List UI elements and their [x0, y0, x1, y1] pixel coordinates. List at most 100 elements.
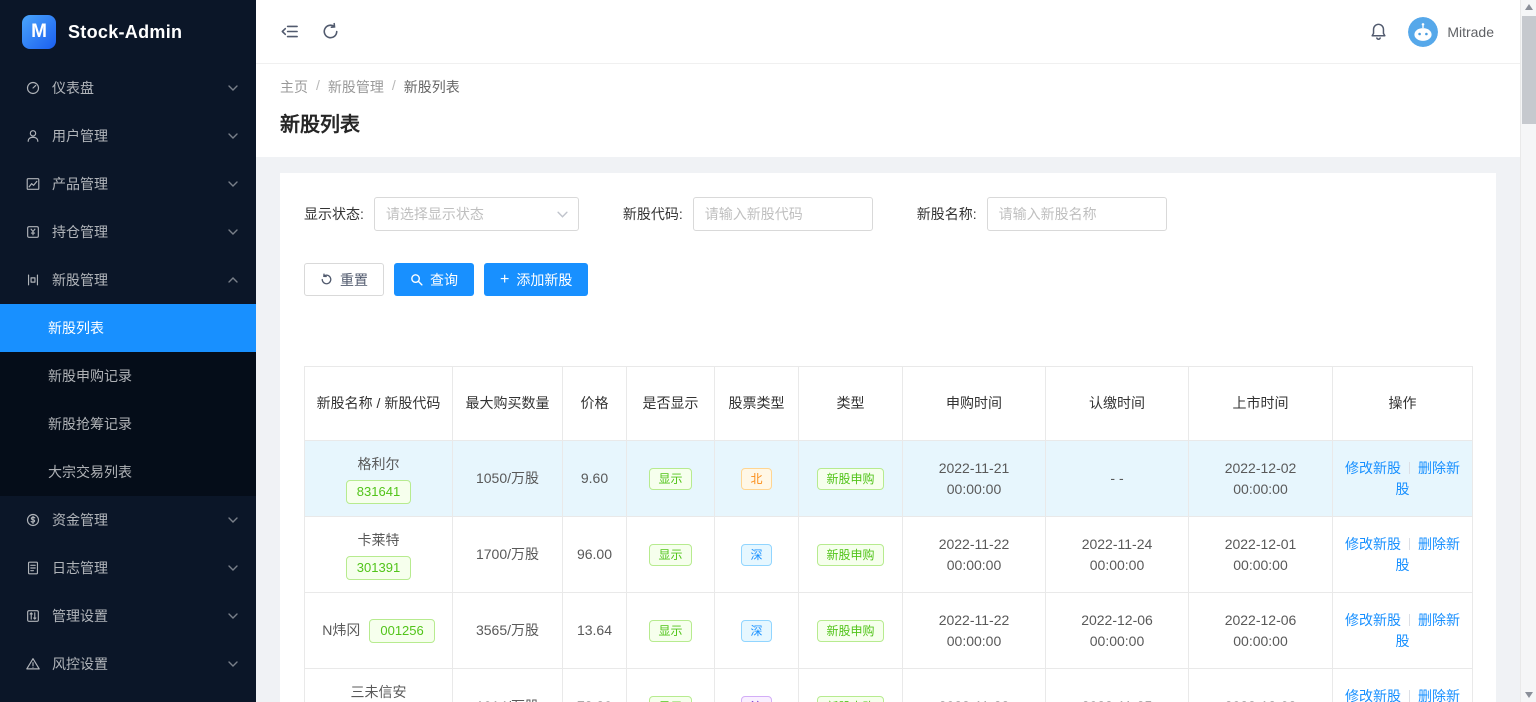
refresh-icon[interactable]: [321, 22, 340, 41]
stock-code-tag: 001256: [369, 619, 434, 643]
sidebar-item-label: 用户管理: [52, 126, 228, 146]
sidebar-subitem[interactable]: 新股抢筹记录: [0, 400, 256, 448]
time-value: 2022-11-2100:00:00: [911, 458, 1037, 500]
app-logo: M Stock-Admin: [0, 0, 256, 64]
reset-button[interactable]: 重置: [304, 263, 384, 296]
page-scrollbar[interactable]: [1520, 0, 1536, 702]
cell-visible: 显示: [627, 669, 715, 702]
stock-name: 三未信安: [313, 682, 444, 702]
app-logo-icon: M: [22, 15, 56, 49]
table-row: 格利尔8316411050/万股9.60显示北新股申购2022-11-2100:…: [305, 441, 1473, 517]
sidebar-item-label: 产品管理: [52, 174, 228, 194]
cell-price: 9.60: [563, 441, 627, 517]
edit-ipo-link[interactable]: 修改新股: [1345, 460, 1401, 476]
status-select-placeholder: 请选择显示状态: [386, 204, 557, 224]
column-header: 申购时间: [903, 367, 1046, 441]
sidebar-subitem[interactable]: 大宗交易列表: [0, 448, 256, 496]
code-filter-label: 新股代码:: [623, 204, 683, 224]
cell-type: 新股申购: [799, 441, 903, 517]
cell-pay-time: 2022-11-25: [1046, 669, 1189, 702]
visible-tag: 显示: [649, 468, 691, 490]
sidebar-submenu: 新股列表新股申购记录新股抢筹记录大宗交易列表: [0, 304, 256, 496]
sidebar-subitem[interactable]: 新股申购记录: [0, 352, 256, 400]
sidebar-subitem[interactable]: 新股列表: [0, 304, 256, 352]
app-title: Stock-Admin: [68, 22, 182, 43]
delete-ipo-link[interactable]: 删除新股: [1396, 612, 1461, 649]
search-button-label: 查询: [430, 270, 458, 290]
edit-ipo-link[interactable]: 修改新股: [1345, 612, 1401, 628]
cell-operations: 修改新股删除新股: [1333, 441, 1473, 517]
time-value: 2022-12-0600:00:00: [1054, 610, 1180, 652]
scroll-down-arrow[interactable]: [1521, 688, 1536, 702]
cell-list-time: 2022-12-02: [1189, 669, 1333, 702]
notifications-bell-icon[interactable]: [1369, 22, 1388, 41]
edit-ipo-link[interactable]: 修改新股: [1345, 688, 1401, 702]
search-button[interactable]: 查询: [394, 263, 474, 296]
search-icon: [410, 273, 423, 286]
breadcrumb-ipo-management[interactable]: 新股管理: [328, 77, 384, 97]
max-buy-value: 1914/万股: [476, 698, 539, 702]
name-filter-label: 新股名称:: [917, 204, 977, 224]
market-tag: 深: [741, 544, 771, 566]
breadcrumb-current: 新股列表: [404, 77, 460, 97]
content-area: 显示状态: 请选择显示状态 新股代码: 新股名称:: [256, 157, 1520, 702]
cell-stock-name: N炜冈001256: [305, 593, 453, 669]
sidebar-subitem-label: 新股抢筹记录: [48, 414, 132, 434]
button-row: 重置 查询 + 添加新股: [304, 263, 1472, 296]
cell-pay-time: 2022-11-2400:00:00: [1046, 517, 1189, 593]
sidebar-item-positions[interactable]: 持仓管理: [0, 208, 256, 256]
time-value: 2022-12-0100:00:00: [1197, 534, 1324, 576]
sidebar-item-admin-settings[interactable]: 管理设置: [0, 592, 256, 640]
chevron-down-icon: [228, 85, 238, 91]
time-value: 2022-11-2200:00:00: [911, 534, 1037, 576]
type-tag: 新股申购: [817, 620, 883, 642]
column-header: 是否显示: [627, 367, 715, 441]
reset-icon: [320, 273, 333, 286]
delete-ipo-link[interactable]: 删除新股: [1396, 536, 1461, 573]
filter-row: 显示状态: 请选择显示状态 新股代码: 新股名称:: [304, 197, 1472, 231]
name-input[interactable]: [987, 197, 1167, 231]
code-input[interactable]: [693, 197, 873, 231]
cell-apply-time: 2022-11-2200:00:00: [903, 517, 1046, 593]
cell-list-time: 2022-12-0600:00:00: [1189, 593, 1333, 669]
sidebar-item-dashboard[interactable]: 仪表盘: [0, 64, 256, 112]
user-icon: [24, 127, 42, 145]
status-select[interactable]: 请选择显示状态: [374, 197, 579, 231]
time-value: 2022-11-2400:00:00: [1054, 534, 1180, 576]
cell-price: 13.64: [563, 593, 627, 669]
edit-ipo-link[interactable]: 修改新股: [1345, 536, 1401, 552]
add-ipo-button[interactable]: + 添加新股: [484, 263, 588, 296]
max-buy-value: 1700/万股: [476, 546, 539, 562]
sidebar-item-users[interactable]: 用户管理: [0, 112, 256, 160]
chevron-down-icon: [228, 613, 238, 619]
column-header: 认缴时间: [1046, 367, 1189, 441]
stock-name: 格利尔: [313, 454, 444, 475]
breadcrumb-home[interactable]: 主页: [280, 77, 308, 97]
sidebar-item-ipo[interactable]: 新股管理: [0, 256, 256, 304]
column-header: 最大购买数量: [453, 367, 563, 441]
sidebar-subitem-label: 大宗交易列表: [48, 462, 132, 482]
sidebar-item-logs[interactable]: 日志管理: [0, 544, 256, 592]
table-body: 格利尔8316411050/万股9.60显示北新股申购2022-11-2100:…: [305, 441, 1473, 702]
stock-code-tag: 831641: [346, 480, 411, 504]
delete-ipo-link[interactable]: 删除新股: [1396, 460, 1461, 497]
collapse-sidebar-icon[interactable]: [280, 22, 299, 41]
breadcrumb-separator: /: [392, 77, 396, 97]
table-header: 新股名称 / 新股代码最大购买数量价格是否显示股票类型类型申购时间认缴时间上市时…: [305, 367, 1473, 441]
filter-code: 新股代码:: [623, 197, 873, 231]
cell-visible: 显示: [627, 593, 715, 669]
sidebar-item-risk[interactable]: 风控设置: [0, 640, 256, 688]
delete-ipo-link[interactable]: 删除新股: [1396, 688, 1461, 702]
sidebar-item-funds[interactable]: 资金管理: [0, 496, 256, 544]
column-header: 股票类型: [715, 367, 799, 441]
scrollbar-thumb[interactable]: [1522, 16, 1536, 124]
cell-operations: 修改新股删除新股: [1333, 593, 1473, 669]
user-menu[interactable]: Mitrade: [1408, 17, 1494, 47]
table-row: 三未信安1914/万股78.89显示沪新股申购2022-11-232022-11…: [305, 669, 1473, 702]
ipo-bars-icon: [24, 271, 42, 289]
table-row: 卡莱特3013911700/万股96.00显示深新股申购2022-11-2200…: [305, 517, 1473, 593]
chevron-down-icon: [228, 181, 238, 187]
scroll-up-arrow[interactable]: [1521, 0, 1536, 14]
sidebar-item-products[interactable]: 产品管理: [0, 160, 256, 208]
cell-market: 深: [715, 593, 799, 669]
